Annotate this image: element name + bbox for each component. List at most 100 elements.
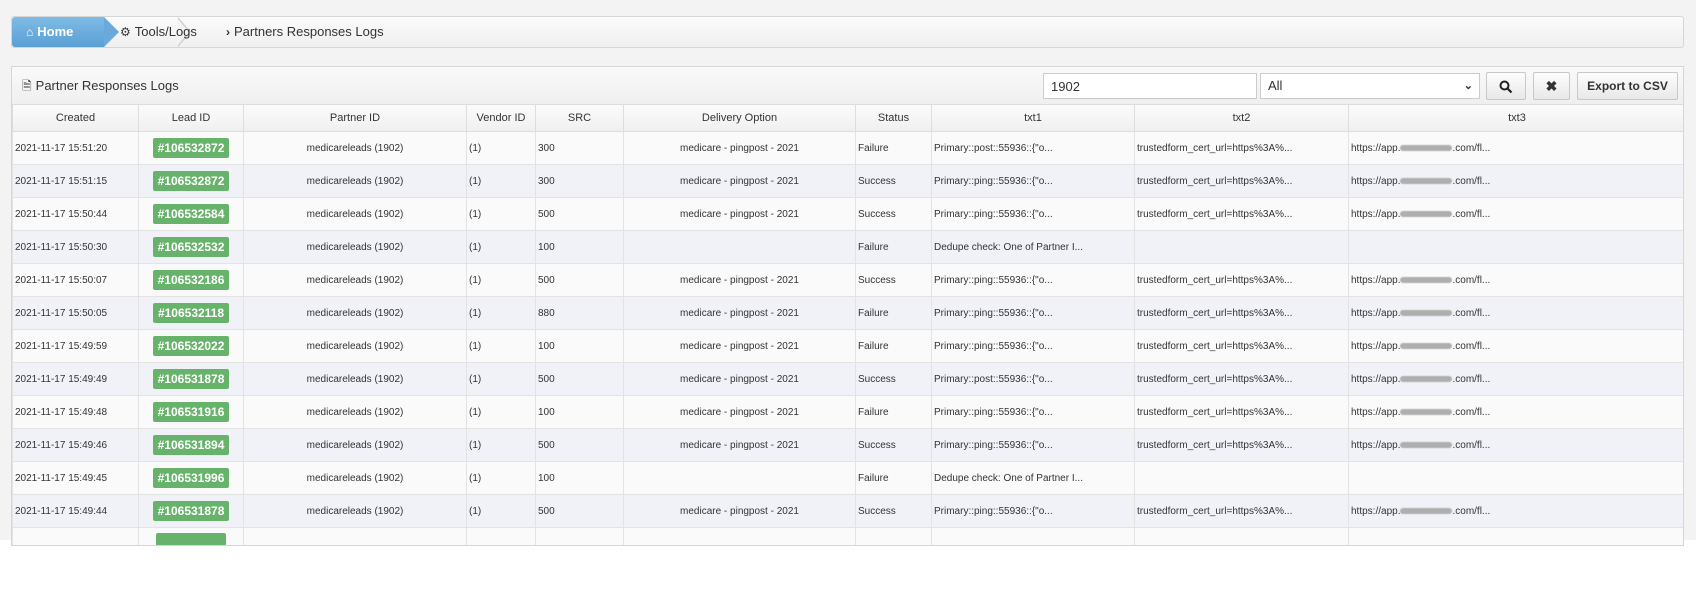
created-cell: 2021-11-17 15:49:48: [12, 395, 139, 429]
txt1-cell: Primary::ping::55936::{"o...: [931, 263, 1135, 297]
lead-id-link[interactable]: #106531996: [152, 468, 230, 488]
lead-id-link[interactable]: #106531916: [152, 402, 230, 422]
lead-id-cell: [138, 527, 244, 545]
table-row: 2021-11-17 15:50:05 #106532118 medicarelea…: [12, 296, 1683, 330]
partner-id-cell: medicareleads (1902): [243, 164, 467, 198]
vendor-id-cell: (1): [466, 494, 536, 528]
table-header-row: Created Lead ID Partner ID Vendor ID SRC…: [12, 105, 1683, 132]
created-cell: 2021-11-17 15:50:30: [12, 230, 139, 264]
created-cell: 2021-11-17 15:51:20: [12, 131, 139, 165]
lead-id-link[interactable]: #106531878: [152, 501, 230, 521]
txt3-suffix: .com/fl...: [1452, 505, 1491, 517]
partner-id-cell: medicareleads (1902): [243, 395, 467, 429]
txt3-prefix: https://app.: [1351, 439, 1401, 451]
txt3-prefix: https://app.: [1351, 142, 1401, 154]
column-header[interactable]: txt1: [931, 105, 1135, 132]
column-header[interactable]: txt2: [1134, 105, 1349, 132]
txt3-suffix: .com/fl...: [1452, 373, 1491, 385]
partner-id-cell: medicareleads (1902): [243, 494, 467, 528]
search-input[interactable]: [1043, 73, 1257, 99]
column-header[interactable]: txt3: [1348, 105, 1683, 132]
src-cell: 500: [535, 197, 624, 231]
column-header[interactable]: Created: [12, 105, 139, 132]
lead-id-link[interactable]: #106532872: [152, 138, 230, 158]
filter-select[interactable]: All ⌄: [1260, 73, 1480, 99]
lead-id-link[interactable]: #106531878: [152, 369, 230, 389]
column-header[interactable]: Delivery Option: [623, 105, 856, 132]
redacted-text: [1400, 276, 1453, 283]
created-cell: 2021-11-17 15:49:44: [12, 494, 139, 528]
status-cell: Failure: [855, 395, 932, 429]
vendor-id-cell: (1): [466, 263, 536, 297]
txt2-cell: [1134, 527, 1349, 545]
txt1-cell: [931, 527, 1135, 545]
txt3-prefix: https://app.: [1351, 340, 1401, 352]
partner-id-cell: medicareleads (1902): [243, 461, 467, 495]
vendor-id-cell: (1): [466, 428, 536, 462]
lead-id-link[interactable]: #106532022: [152, 336, 230, 356]
txt3-prefix: https://app.: [1351, 505, 1401, 517]
search-button[interactable]: [1486, 72, 1526, 100]
txt3-prefix: https://app.: [1351, 175, 1401, 187]
breadcrumb-tools[interactable]: ⚙ Tools/Logs: [120, 17, 197, 47]
clear-button[interactable]: ✖: [1533, 72, 1570, 100]
src-cell: [535, 527, 624, 545]
txt3-cell: https://app. .com/fl...: [1348, 428, 1683, 462]
table-row: 2021-11-17 15:51:15 #106532872 medicarelea…: [12, 164, 1683, 198]
txt3-cell: https://app. .com/fl...: [1348, 164, 1683, 198]
status-cell: Success: [855, 164, 932, 198]
redacted-text: [1400, 342, 1453, 349]
panel-title: 🗎 Partner Responses Logs: [22, 67, 179, 105]
column-header[interactable]: Vendor ID: [466, 105, 536, 132]
export-csv-button[interactable]: Export to CSV: [1577, 72, 1678, 100]
delivery-option-cell: [623, 527, 856, 545]
lead-id-link[interactable]: #106532532: [152, 237, 230, 257]
src-cell: 500: [535, 428, 624, 462]
txt2-cell: trustedform_cert_url=https%3A%...: [1134, 263, 1349, 297]
lead-id-cell: #106532186: [138, 263, 244, 297]
src-cell: 100: [535, 395, 624, 429]
table-row: 2021-11-17 15:50:07 #106532186 medicarelea…: [12, 263, 1683, 297]
txt1-cell: Primary::ping::55936::{"o...: [931, 395, 1135, 429]
redacted-text: [1400, 144, 1453, 151]
lead-id-link[interactable]: [156, 532, 226, 545]
lead-id-link[interactable]: #106531894: [152, 435, 230, 455]
delivery-option-cell: medicare - pingpost - 2021: [623, 263, 856, 297]
column-header[interactable]: Partner ID: [243, 105, 467, 132]
txt3-cell: [1348, 527, 1683, 545]
breadcrumb-home[interactable]: ⌂ Home: [12, 17, 119, 47]
lead-id-link[interactable]: #106532186: [152, 270, 230, 290]
table-row: 2021-11-17 15:49:46 #106531894 medicarelea…: [12, 428, 1683, 462]
txt1-cell: Primary::ping::55936::{"o...: [931, 197, 1135, 231]
lead-id-cell: #106531878: [138, 494, 244, 528]
column-header[interactable]: Status: [855, 105, 932, 132]
status-cell: Failure: [855, 461, 932, 495]
lead-id-cell: #106532584: [138, 197, 244, 231]
lead-id-link[interactable]: #106532118: [152, 303, 230, 323]
chevron-right-icon: ›: [226, 25, 230, 39]
close-icon: ✖: [1545, 78, 1558, 94]
redacted-text: [1400, 177, 1453, 184]
breadcrumb-current: › Partners Responses Logs: [226, 17, 384, 47]
partner-id-cell: medicareleads (1902): [243, 329, 467, 363]
chevron-down-icon: ⌄: [1463, 80, 1473, 92]
column-header[interactable]: SRC: [535, 105, 624, 132]
breadcrumb: ⌂ Home ⚙ Tools/Logs › Partners Responses Lo…: [11, 16, 1684, 48]
txt3-cell: https://app. .com/fl...: [1348, 362, 1683, 396]
lead-id-link[interactable]: #106532872: [152, 171, 230, 191]
status-cell: [855, 527, 932, 545]
delivery-option-cell: medicare - pingpost - 2021: [623, 362, 856, 396]
table-row: 2021-11-17 15:49:44 #106531878 medicarelea…: [12, 494, 1683, 528]
txt3-suffix: .com/fl...: [1452, 274, 1491, 286]
txt3-cell: https://app. .com/fl...: [1348, 494, 1683, 528]
txt3-suffix: .com/fl...: [1452, 340, 1491, 352]
txt3-prefix: https://app.: [1351, 406, 1401, 418]
column-header[interactable]: Lead ID: [138, 105, 244, 132]
panel-header: 🗎Partner Responses Logs All ⌄ ✖ Export t…: [12, 67, 1683, 105]
delivery-option-cell: medicare - pingpost - 2021: [623, 329, 856, 363]
created-cell: [12, 527, 139, 545]
vendor-id-cell: (1): [466, 197, 536, 231]
lead-id-link[interactable]: #106532584: [152, 204, 230, 224]
txt2-cell: trustedform_cert_url=https%3A%...: [1134, 428, 1349, 462]
src-cell: 300: [535, 131, 624, 165]
